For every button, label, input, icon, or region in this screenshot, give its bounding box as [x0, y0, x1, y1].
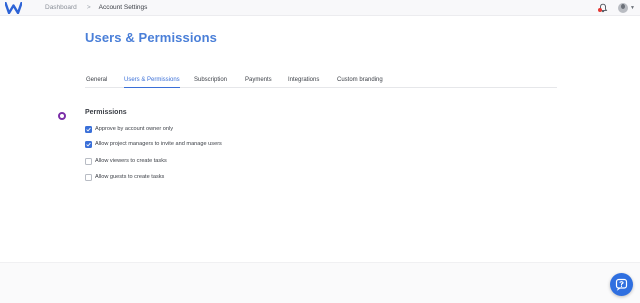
checkbox-approve-owner[interactable]	[85, 125, 92, 133]
permission-label: Allow viewers to create tasks	[95, 158, 167, 164]
permission-label: Allow guests to create tasks	[95, 174, 165, 180]
top-bar: Dashboard > Account Settings ▼	[0, 0, 640, 16]
tab-payments[interactable]: Payments	[245, 76, 272, 88]
user-avatar[interactable]	[618, 3, 628, 13]
tab-general[interactable]: General	[86, 76, 107, 88]
checkmark-icon	[86, 127, 91, 132]
checkbox-viewers-tasks[interactable]	[85, 157, 92, 165]
checkmark-icon	[86, 142, 91, 147]
breadcrumb-separator: >	[86, 4, 91, 11]
chat-help-icon	[615, 278, 628, 291]
chat-help-button[interactable]	[610, 273, 633, 296]
breadcrumb: Dashboard > Account Settings	[45, 3, 147, 13]
permission-label: Approve by account owner only	[95, 126, 174, 132]
breadcrumb-dashboard-link[interactable]: Dashboard	[45, 3, 77, 13]
tab-integrations[interactable]: Integrations	[288, 76, 319, 88]
circle-indicator-icon	[58, 112, 66, 120]
permission-option-guests-tasks[interactable]: Allow guests to create tasks	[85, 173, 164, 181]
tab-subscription[interactable]: Subscription	[194, 76, 227, 88]
breadcrumb-current: Account Settings	[98, 4, 148, 11]
checkbox-pm-invite[interactable]	[85, 140, 92, 148]
chevron-down-icon[interactable]: ▼	[630, 5, 635, 11]
page-title: Users & Permissions	[85, 30, 217, 45]
permission-option-approve-owner[interactable]: Approve by account owner only	[85, 125, 173, 133]
tab-custom-branding[interactable]: Custom branding	[337, 76, 383, 88]
checkbox-guests-tasks[interactable]	[85, 173, 92, 181]
permission-label: Allow project managers to invite and man…	[95, 141, 222, 147]
settings-tabs: General Users & Permissions Subscription…	[85, 74, 557, 88]
permission-option-viewers-tasks[interactable]: Allow viewers to create tasks	[85, 157, 167, 165]
permissions-heading: Permissions	[85, 109, 127, 116]
footer-band	[0, 262, 640, 303]
notification-badge	[598, 8, 602, 12]
tab-users-permissions[interactable]: Users & Permissions	[124, 76, 180, 88]
permission-option-pm-invite[interactable]: Allow project managers to invite and man…	[85, 140, 222, 148]
w-logo-icon[interactable]	[5, 2, 22, 14]
